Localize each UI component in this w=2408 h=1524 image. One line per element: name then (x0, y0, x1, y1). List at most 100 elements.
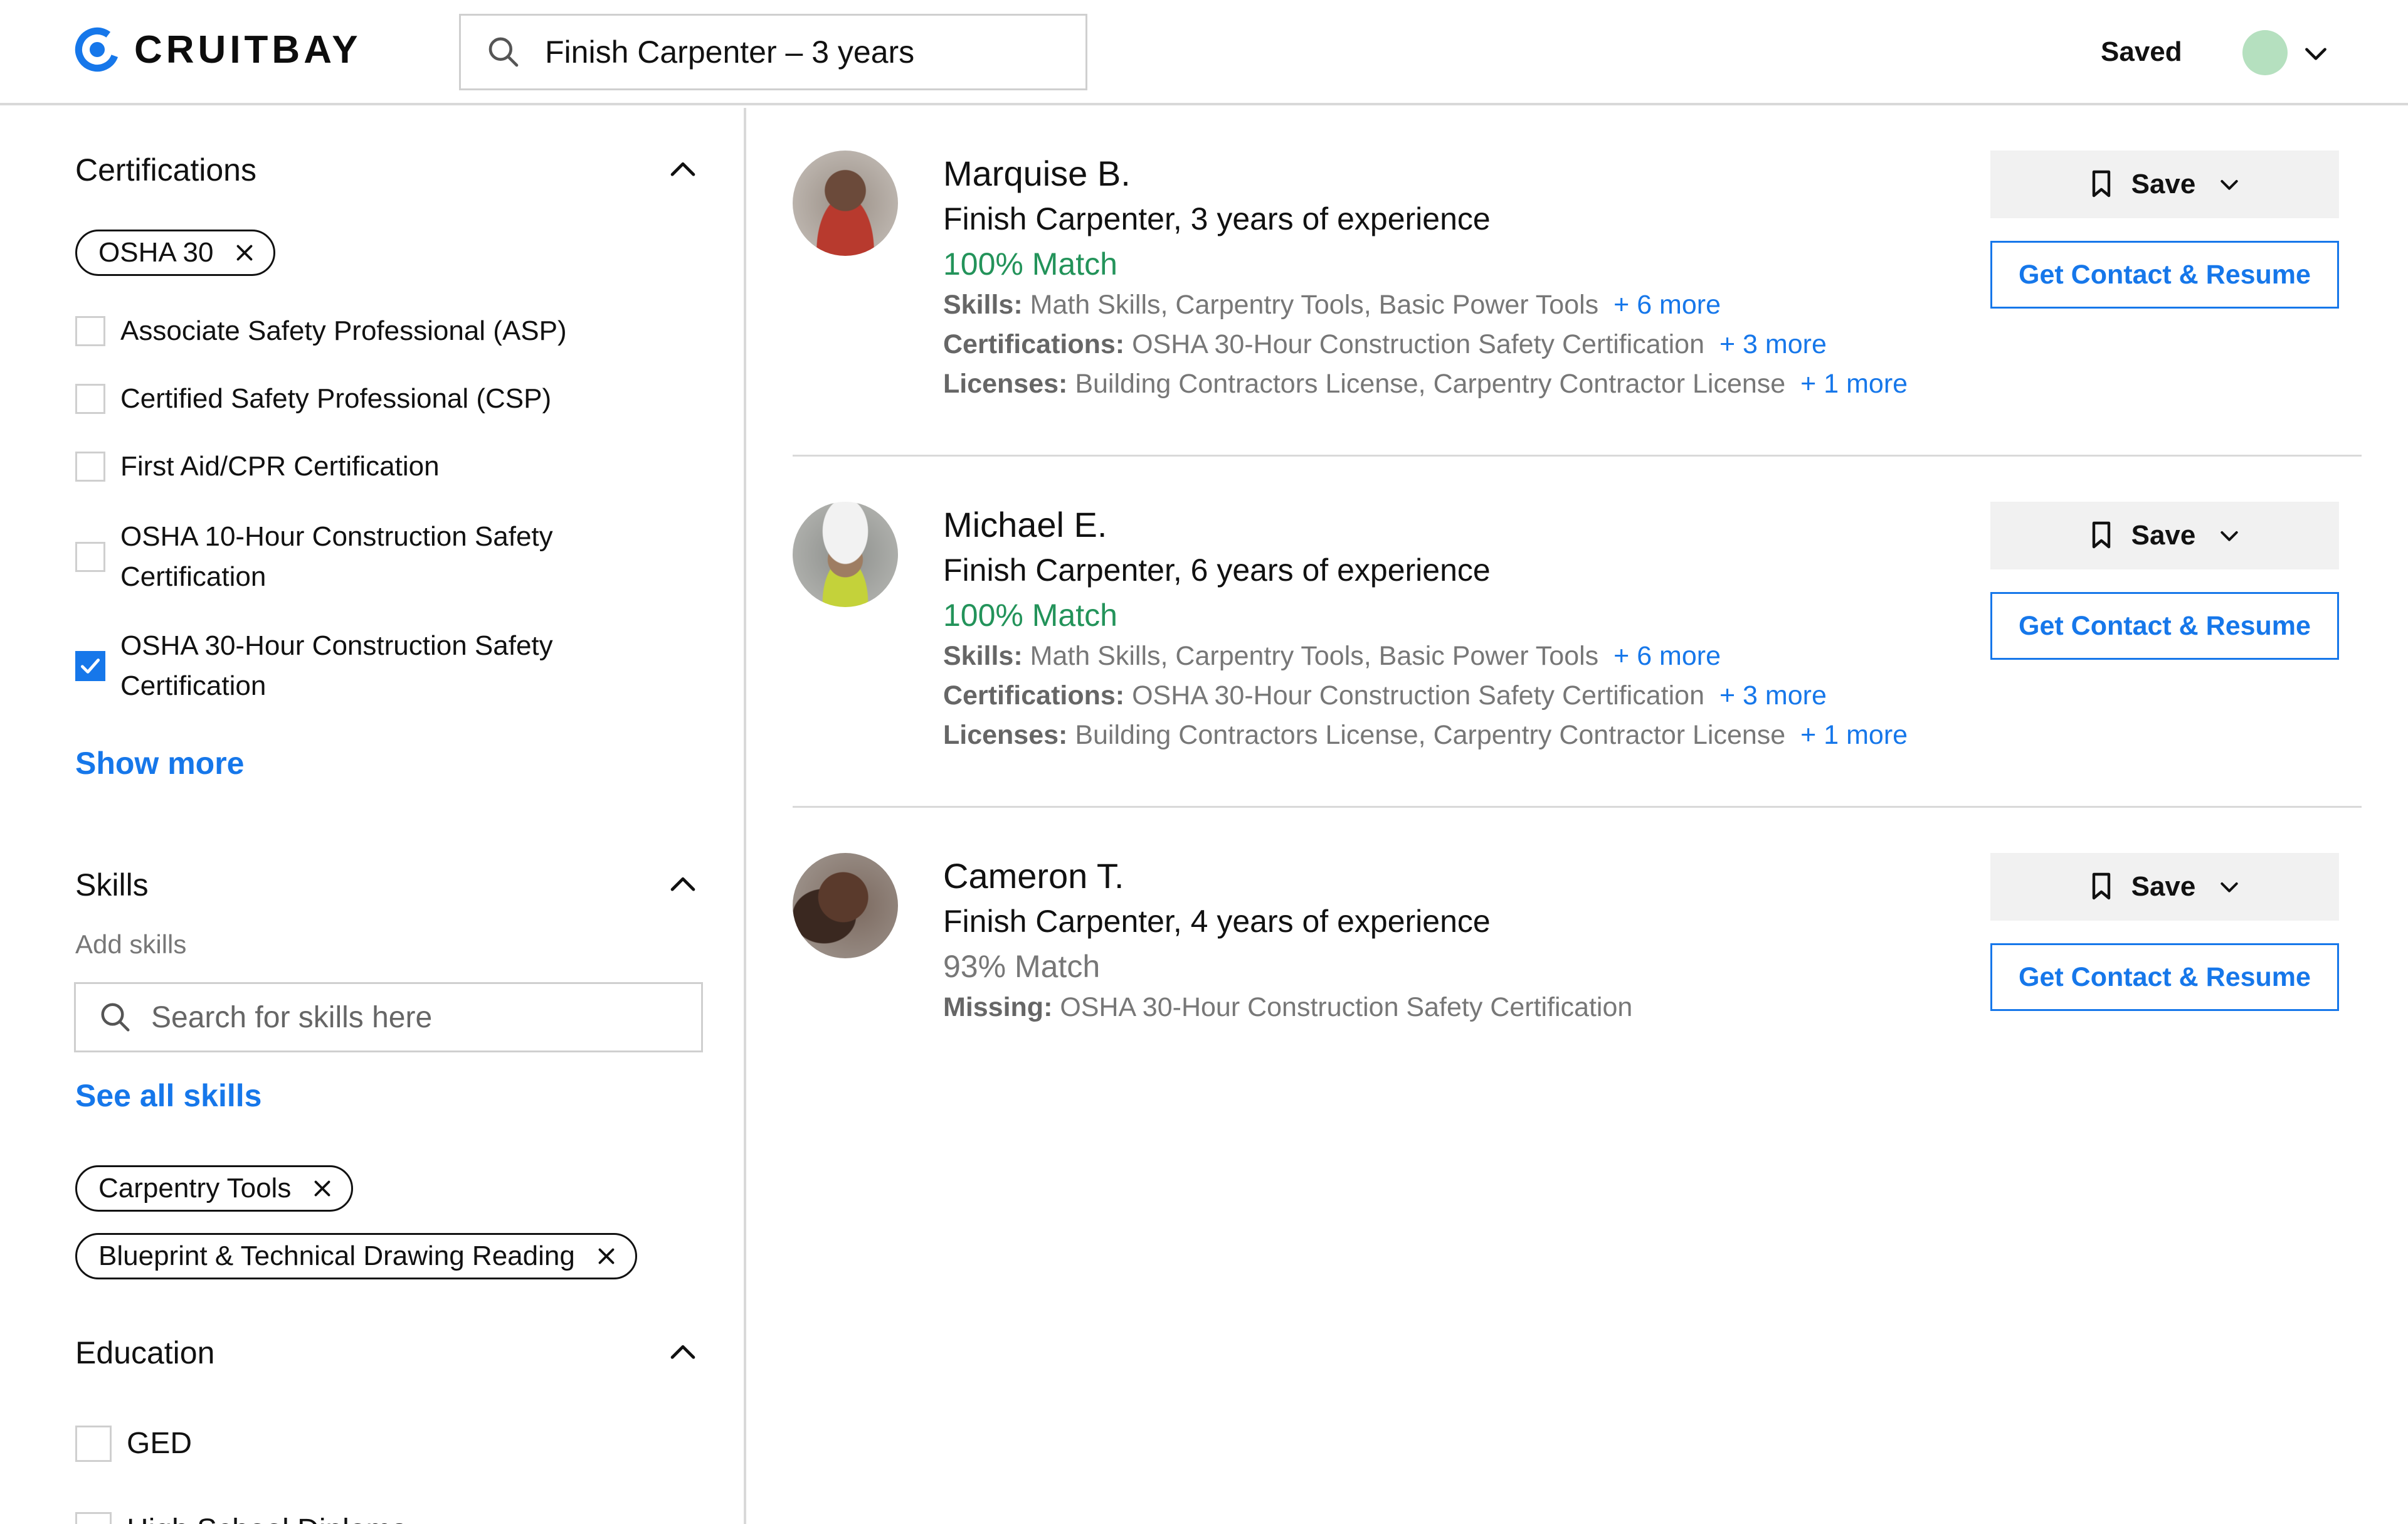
candidate-photo (793, 151, 898, 256)
missing-label: Missing: (943, 992, 1053, 1022)
skills-title: Skills (75, 867, 149, 902)
licenses-value: Building Contractors License, Carpentry … (1075, 720, 1786, 750)
education-option-ged[interactable]: GED (75, 1424, 628, 1464)
skills-value: Math Skills, Carpentry Tools, Basic Powe… (1030, 641, 1599, 671)
save-button[interactable]: Save (1990, 502, 2339, 569)
licenses-more-link[interactable]: + 1 more (1800, 720, 1908, 750)
save-button[interactable]: Save (1990, 853, 2339, 921)
brand-logo-icon (75, 27, 120, 72)
chevron-up-icon[interactable] (665, 867, 701, 903)
get-contact-resume-button[interactable]: Get Contact & Resume (1990, 241, 2339, 309)
cert-option-label: First Aid/CPR Certification (120, 451, 440, 482)
candidate-photo (793, 853, 898, 958)
close-icon[interactable] (595, 1245, 618, 1267)
chevron-down-icon[interactable] (2217, 172, 2242, 197)
get-contact-resume-button[interactable]: Get Contact & Resume (1990, 592, 2339, 660)
cert-option-label: Certified Safety Professional (CSP) (120, 383, 552, 414)
candidate-actions: Save Get Contact & Resume (1990, 151, 2339, 309)
skill-search-box[interactable] (74, 982, 703, 1052)
licenses-line: Licenses: Building Contractors License, … (943, 720, 2009, 759)
filter-sidebar: Certifications OSHA 30 Associate Safety … (0, 108, 746, 1524)
licenses-line: Licenses: Building Contractors License, … (943, 369, 2009, 408)
match-score: 93% Match (943, 949, 1101, 984)
search-icon (101, 1003, 130, 1032)
checkmark-icon (80, 659, 100, 674)
close-icon[interactable] (233, 241, 256, 264)
candidate-name[interactable]: Cameron T. (943, 855, 2009, 903)
job-search-value[interactable]: Finish Carpenter – 3 years (545, 34, 914, 70)
candidate-role: Finish Carpenter, 3 years of experience (943, 201, 1491, 236)
certifications-line: Certifications: OSHA 30-Hour Constructio… (943, 680, 2009, 720)
checkbox[interactable] (75, 384, 105, 414)
save-button[interactable]: Save (1990, 151, 2339, 218)
candidate-actions: Save Get Contact & Resume (1990, 853, 2339, 1011)
education-title: Education (75, 1335, 215, 1370)
candidate-name[interactable]: Marquise B. (943, 153, 2009, 201)
licenses-label: Licenses: (943, 720, 1068, 750)
save-label: Save (2131, 871, 2196, 902)
checkbox[interactable] (75, 1512, 112, 1524)
certifications-label: Certifications: (943, 680, 1125, 711)
certifications-value: OSHA 30-Hour Construction Safety Certifi… (1132, 680, 1705, 711)
checkbox[interactable] (75, 1426, 112, 1462)
certifications-line: Certifications: OSHA 30-Hour Constructio… (943, 329, 2009, 369)
skill-search-input[interactable] (151, 1000, 665, 1035)
skills-label: Skills: (943, 290, 1023, 320)
chip-label: Carpentry Tools (98, 1173, 292, 1204)
show-more-link[interactable]: Show more (75, 745, 244, 781)
get-contact-resume-button[interactable]: Get Contact & Resume (1990, 943, 2339, 1011)
chip-label: Blueprint & Technical Drawing Reading (98, 1241, 575, 1271)
search-icon (488, 37, 519, 67)
chip-label: OSHA 30 (98, 237, 214, 268)
checkbox-checked[interactable] (75, 651, 105, 681)
chevron-down-icon[interactable] (2217, 523, 2242, 548)
skill-chip[interactable]: Blueprint & Technical Drawing Reading (75, 1233, 637, 1279)
licenses-more-link[interactable]: + 1 more (1800, 369, 1908, 399)
save-label: Save (2131, 520, 2196, 551)
save-label: Save (2131, 169, 2196, 199)
chevron-down-icon[interactable] (2300, 38, 2331, 69)
certifications-title: Certifications (75, 152, 256, 188)
education-option-label: High School Diploma (127, 1510, 628, 1524)
cert-option-osha-30[interactable]: OSHA 30-Hour Construction Safety Certifi… (75, 626, 622, 706)
missing-line: Missing: OSHA 30-Hour Construction Safet… (943, 992, 2009, 1032)
chevron-up-icon[interactable] (665, 152, 701, 188)
certifications-label: Certifications: (943, 329, 1125, 359)
bookmark-icon (2092, 170, 2110, 198)
chevron-up-icon[interactable] (665, 1335, 701, 1371)
cert-option-asp[interactable]: Associate Safety Professional (ASP) (75, 311, 622, 351)
cert-option-label: OSHA 10-Hour Construction Safety Certifi… (120, 521, 553, 592)
chevron-down-icon[interactable] (2217, 874, 2242, 899)
user-avatar[interactable] (2242, 30, 2288, 75)
candidate-info: Marquise B. Finish Carpenter, 3 years of… (943, 153, 2009, 408)
certifications-more-link[interactable]: + 3 more (1719, 680, 1827, 711)
checkbox[interactable] (75, 316, 105, 346)
cert-option-first-aid[interactable]: First Aid/CPR Certification (75, 447, 622, 487)
candidate-role: Finish Carpenter, 6 years of experience (943, 553, 1491, 588)
cert-option-csp[interactable]: Certified Safety Professional (CSP) (75, 379, 622, 419)
certifications-more-link[interactable]: + 3 more (1719, 329, 1827, 359)
candidate-info: Cameron T. Finish Carpenter, 4 years of … (943, 855, 2009, 1032)
skills-value: Math Skills, Carpentry Tools, Basic Powe… (1030, 290, 1599, 320)
skills-more-link[interactable]: + 6 more (1613, 641, 1721, 671)
brand-logo[interactable]: CRUITBAY (74, 26, 362, 73)
close-icon[interactable] (311, 1177, 334, 1200)
education-option-high-school[interactable]: High School Diploma (75, 1510, 628, 1524)
saved-link[interactable]: Saved (2101, 36, 2182, 68)
see-all-skills-link[interactable]: See all skills (75, 1077, 261, 1114)
certification-chip[interactable]: OSHA 30 (75, 230, 276, 276)
job-search-box[interactable]: Finish Carpenter – 3 years (459, 14, 1087, 90)
missing-value: OSHA 30-Hour Construction Safety Certifi… (1060, 992, 1633, 1022)
skills-more-link[interactable]: + 6 more (1613, 290, 1721, 320)
checkbox[interactable] (75, 452, 105, 482)
match-score: 100% Match (943, 246, 1117, 282)
cert-option-osha-10[interactable]: OSHA 10-Hour Construction Safety Certifi… (75, 517, 622, 597)
candidate-name[interactable]: Michael E. (943, 504, 2009, 552)
checkbox[interactable] (75, 542, 105, 572)
skills-label: Skills: (943, 641, 1023, 671)
bookmark-icon (2092, 521, 2110, 549)
skill-chip[interactable]: Carpentry Tools (75, 1165, 354, 1212)
card-divider (793, 806, 2362, 808)
brand-name: CRUITBAY (134, 28, 362, 71)
candidate-role: Finish Carpenter, 4 years of experience (943, 904, 1491, 939)
